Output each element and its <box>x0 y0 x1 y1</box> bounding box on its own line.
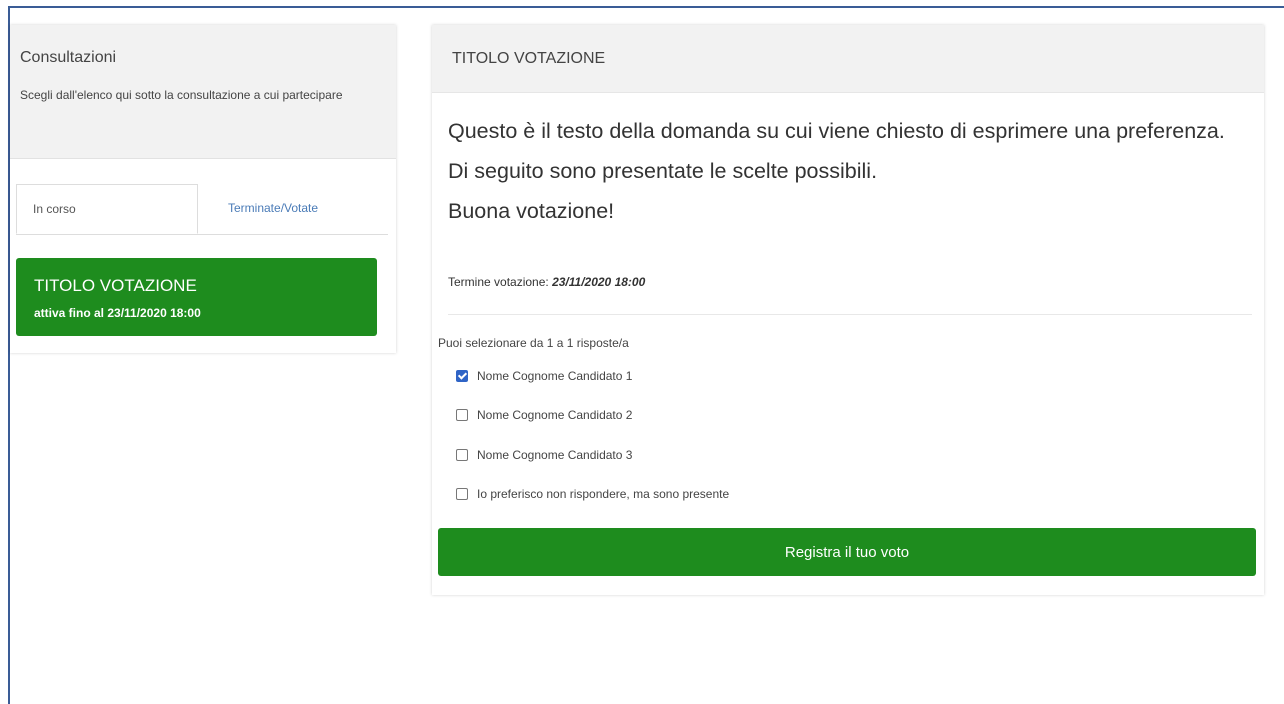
divider <box>448 314 1252 315</box>
vote-item-subtitle: attiva fino al 23/11/2020 18:00 <box>34 306 201 320</box>
option-label: Nome Cognome Candidato 2 <box>477 408 633 422</box>
checkbox-checked-icon[interactable] <box>456 370 468 382</box>
option-candidate-3[interactable]: Nome Cognome Candidato 3 <box>456 445 632 465</box>
consultations-panel: Consultazioni Scegli dall'elenco qui sot… <box>10 25 396 353</box>
deadline: Termine votazione: 23/11/2020 18:00 <box>448 275 645 289</box>
submit-vote-button[interactable]: Registra il tuo voto <box>438 528 1256 576</box>
consultations-description: Scegli dall'elenco qui sotto la consulta… <box>20 88 343 102</box>
selection-instructions: Puoi selezionare da 1 a 1 risposte/a <box>438 336 629 350</box>
checkbox-icon[interactable] <box>456 449 468 461</box>
option-label: Nome Cognome Candidato 1 <box>477 369 633 383</box>
option-candidate-1[interactable]: Nome Cognome Candidato 1 <box>456 366 632 386</box>
checkbox-icon[interactable] <box>456 409 468 421</box>
question-line: Questo è il testo della domanda su cui v… <box>448 119 1225 143</box>
vote-panel: TITOLO VOTAZIONE Questo è il testo della… <box>432 25 1264 595</box>
checkbox-icon[interactable] <box>456 488 468 500</box>
consultations-title: Consultazioni <box>20 49 117 66</box>
vote-title: TITOLO VOTAZIONE <box>432 25 1264 93</box>
consultations-tabs: In corso Terminate/Votate <box>16 184 388 235</box>
question-text: Questo è il testo della domanda su cui v… <box>448 117 1248 225</box>
vote-item-title: TITOLO VOTAZIONE <box>34 276 197 295</box>
option-abstain[interactable]: Io preferisco non rispondere, ma sono pr… <box>456 484 729 504</box>
tab-terminate-votate[interactable]: Terminate/Votate <box>228 184 318 234</box>
option-label: Io preferisco non rispondere, ma sono pr… <box>477 487 730 501</box>
tab-in-corso[interactable]: In corso <box>16 184 198 234</box>
vote-list-item[interactable]: TITOLO VOTAZIONE attiva fino al 23/11/20… <box>16 258 377 336</box>
question-line: Di seguito sono presentate le scelte pos… <box>448 159 878 183</box>
option-candidate-2[interactable]: Nome Cognome Candidato 2 <box>456 405 632 425</box>
option-label: Nome Cognome Candidato 3 <box>477 448 633 462</box>
deadline-label: Termine votazione: <box>448 275 549 289</box>
question-line: Buona votazione! <box>448 199 615 223</box>
consultations-header: Consultazioni Scegli dall'elenco qui sot… <box>10 25 396 159</box>
deadline-value: 23/11/2020 18:00 <box>552 275 646 289</box>
